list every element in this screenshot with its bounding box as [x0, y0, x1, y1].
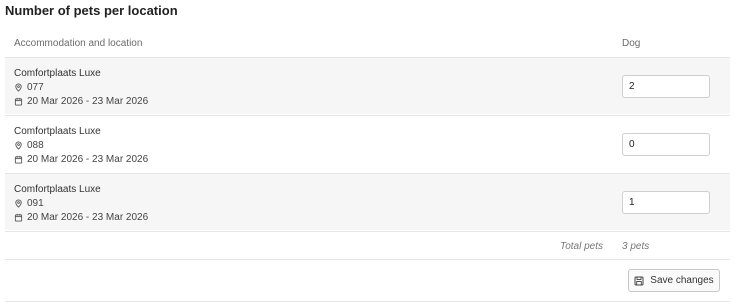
- date-line: 20 Mar 2026 - 23 Mar 2026: [14, 154, 148, 165]
- table-row: Comfortplaats Luxe 091 20 Mar 2026 - 23 …: [5, 173, 730, 230]
- dog-count-input[interactable]: [622, 133, 710, 156]
- calendar-icon: [14, 213, 23, 222]
- date-range: 20 Mar 2026 - 23 Mar 2026: [27, 154, 149, 165]
- table-row: Comfortplaats Luxe 077 20 Mar 2026 - 23 …: [5, 57, 730, 114]
- date-range: 20 Mar 2026 - 23 Mar 2026: [27, 96, 149, 107]
- date-range: 20 Mar 2026 - 23 Mar 2026: [27, 212, 149, 223]
- save-button-label: Save changes: [650, 275, 714, 286]
- accommodation-name: Comfortplaats Luxe: [14, 126, 101, 137]
- table-header: Accommodation and location Dog: [5, 28, 730, 56]
- save-changes-button[interactable]: Save changes: [628, 269, 720, 292]
- accommodation-name: Comfortplaats Luxe: [14, 184, 101, 195]
- total-pets-label: Total pets: [560, 241, 603, 252]
- map-pin-icon: [15, 83, 22, 92]
- location-number: 091: [27, 198, 44, 209]
- map-pin-icon: [15, 199, 22, 208]
- accommodation-name: Comfortplaats Luxe: [14, 68, 101, 79]
- date-line: 20 Mar 2026 - 23 Mar 2026: [14, 96, 148, 107]
- date-line: 20 Mar 2026 - 23 Mar 2026: [14, 212, 148, 223]
- section-title: Number of pets per location: [5, 3, 178, 18]
- table-row: Comfortplaats Luxe 088 20 Mar 2026 - 23 …: [5, 115, 730, 172]
- total-row: Total pets 3 pets: [5, 231, 730, 260]
- save-icon: [634, 276, 644, 285]
- location-line: 088: [14, 140, 44, 151]
- map-pin-icon: [15, 141, 22, 150]
- header-accommodation: Accommodation and location: [14, 38, 143, 49]
- location-line: 091: [14, 198, 44, 209]
- header-dog: Dog: [622, 38, 641, 49]
- divider: [5, 301, 730, 302]
- location-line: 077: [14, 82, 44, 93]
- calendar-icon: [14, 155, 23, 164]
- dog-count-input[interactable]: [622, 75, 710, 98]
- total-pets-value: 3 pets: [622, 241, 650, 252]
- location-number: 088: [27, 140, 44, 151]
- calendar-icon: [14, 97, 23, 106]
- location-number: 077: [27, 82, 44, 93]
- dog-count-input[interactable]: [622, 191, 710, 214]
